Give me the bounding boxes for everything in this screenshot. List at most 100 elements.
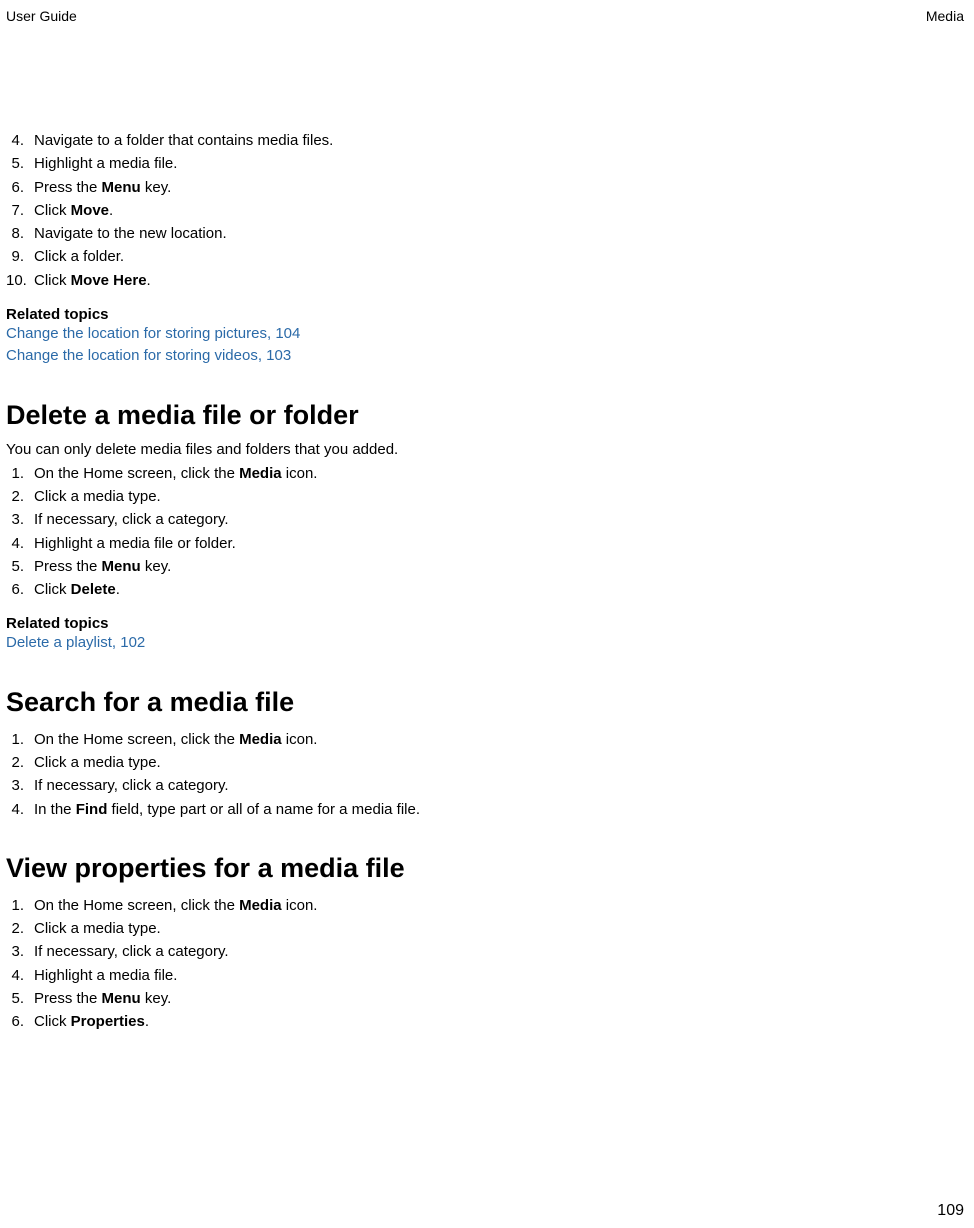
step-number: 6. xyxy=(6,176,34,199)
step-number: 2. xyxy=(6,917,34,940)
step-item: 4.In the Find field, type part or all of… xyxy=(6,798,964,821)
step-number: 4. xyxy=(6,964,34,987)
related-topic-link[interactable]: Delete a playlist, 102 xyxy=(6,632,964,655)
step-number: 1. xyxy=(6,728,34,751)
step-bold: Menu xyxy=(102,558,141,575)
step-item: 3.If necessary, click a category. xyxy=(6,508,964,531)
step-text: Click Move Here. xyxy=(34,269,964,292)
move-steps-list: 4.Navigate to a folder that contains med… xyxy=(6,129,964,292)
step-item: 4.Highlight a media file or folder. xyxy=(6,532,964,555)
step-item: 6.Press the Menu key. xyxy=(6,176,964,199)
page-number: 109 xyxy=(937,1202,964,1220)
step-text: On the Home screen, click the Media icon… xyxy=(34,462,964,485)
step-number: 2. xyxy=(6,485,34,508)
related-topics-heading: Related topics xyxy=(6,306,964,323)
step-item: 6.Click Properties. xyxy=(6,1010,964,1033)
step-text: Click a media type. xyxy=(34,917,964,940)
related-topic-link[interactable]: Change the location for storing pictures… xyxy=(6,323,964,346)
header-left: User Guide xyxy=(6,8,77,24)
delete-intro: You can only delete media files and fold… xyxy=(6,441,964,458)
step-bold: Delete xyxy=(71,581,116,598)
step-number: 4. xyxy=(6,129,34,152)
step-item: 8.Navigate to the new location. xyxy=(6,222,964,245)
related-links: Change the location for storing pictures… xyxy=(6,323,964,368)
step-bold: Find xyxy=(76,801,108,818)
step-item: 9.Click a folder. xyxy=(6,245,964,268)
step-number: 3. xyxy=(6,774,34,797)
step-text: If necessary, click a category. xyxy=(34,774,964,797)
step-item: 1.On the Home screen, click the Media ic… xyxy=(6,894,964,917)
step-text: On the Home screen, click the Media icon… xyxy=(34,894,964,917)
step-text: Press the Menu key. xyxy=(34,555,964,578)
step-item: 10.Click Move Here. xyxy=(6,269,964,292)
step-number: 5. xyxy=(6,555,34,578)
step-number: 7. xyxy=(6,199,34,222)
step-number: 5. xyxy=(6,152,34,175)
step-text: Click a media type. xyxy=(34,485,964,508)
step-item: 7.Click Move. xyxy=(6,199,964,222)
step-text: In the Find field, type part or all of a… xyxy=(34,798,964,821)
step-number: 5. xyxy=(6,987,34,1010)
header-right: Media xyxy=(926,8,964,24)
step-item: 3.If necessary, click a category. xyxy=(6,940,964,963)
viewprops-steps-list: 1.On the Home screen, click the Media ic… xyxy=(6,894,964,1034)
step-item: 4.Navigate to a folder that contains med… xyxy=(6,129,964,152)
step-item: 2.Click a media type. xyxy=(6,751,964,774)
viewprops-heading: View properties for a media file xyxy=(6,853,964,884)
step-text: Highlight a media file. xyxy=(34,964,964,987)
related-topics-heading-2: Related topics xyxy=(6,615,964,632)
step-item: 4.Highlight a media file. xyxy=(6,964,964,987)
step-number: 4. xyxy=(6,532,34,555)
step-number: 3. xyxy=(6,940,34,963)
step-bold: Menu xyxy=(102,990,141,1007)
step-text: Highlight a media file or folder. xyxy=(34,532,964,555)
step-item: 2.Click a media type. xyxy=(6,917,964,940)
search-steps-list: 1.On the Home screen, click the Media ic… xyxy=(6,728,964,821)
step-text: Click Properties. xyxy=(34,1010,964,1033)
search-heading: Search for a media file xyxy=(6,687,964,718)
step-number: 3. xyxy=(6,508,34,531)
step-item: 5.Highlight a media file. xyxy=(6,152,964,175)
step-number: 2. xyxy=(6,751,34,774)
step-text: Navigate to the new location. xyxy=(34,222,964,245)
step-item: 1.On the Home screen, click the Media ic… xyxy=(6,462,964,485)
step-text: On the Home screen, click the Media icon… xyxy=(34,728,964,751)
step-item: 1.On the Home screen, click the Media ic… xyxy=(6,728,964,751)
step-text: Press the Menu key. xyxy=(34,987,964,1010)
step-item: 6.Click Delete. xyxy=(6,578,964,601)
step-text: Click a media type. xyxy=(34,751,964,774)
step-text: Navigate to a folder that contains media… xyxy=(34,129,964,152)
step-bold: Media xyxy=(239,731,282,748)
related-topic-link[interactable]: Change the location for storing videos, … xyxy=(6,345,964,368)
delete-steps-list: 1.On the Home screen, click the Media ic… xyxy=(6,462,964,602)
step-item: 2.Click a media type. xyxy=(6,485,964,508)
step-number: 6. xyxy=(6,1010,34,1033)
step-item: 3.If necessary, click a category. xyxy=(6,774,964,797)
step-text: Click Delete. xyxy=(34,578,964,601)
page-header: User Guide Media xyxy=(0,0,974,24)
step-bold: Move Here xyxy=(71,272,147,289)
step-item: 5.Press the Menu key. xyxy=(6,555,964,578)
related-links-2: Delete a playlist, 102 xyxy=(6,632,964,655)
step-number: 4. xyxy=(6,798,34,821)
step-bold: Menu xyxy=(102,179,141,196)
step-text: If necessary, click a category. xyxy=(34,508,964,531)
step-number: 9. xyxy=(6,245,34,268)
step-bold: Move xyxy=(71,202,109,219)
step-number: 6. xyxy=(6,578,34,601)
step-number: 1. xyxy=(6,462,34,485)
step-number: 1. xyxy=(6,894,34,917)
step-text: Click Move. xyxy=(34,199,964,222)
step-bold: Media xyxy=(239,465,282,482)
step-item: 5.Press the Menu key. xyxy=(6,987,964,1010)
step-text: Press the Menu key. xyxy=(34,176,964,199)
step-text: Highlight a media file. xyxy=(34,152,964,175)
step-number: 10. xyxy=(6,269,34,292)
step-bold: Properties xyxy=(71,1013,145,1030)
delete-heading: Delete a media file or folder xyxy=(6,400,964,431)
page-content: 4.Navigate to a folder that contains med… xyxy=(0,24,974,1033)
step-number: 8. xyxy=(6,222,34,245)
step-text: If necessary, click a category. xyxy=(34,940,964,963)
step-bold: Media xyxy=(239,897,282,914)
step-text: Click a folder. xyxy=(34,245,964,268)
